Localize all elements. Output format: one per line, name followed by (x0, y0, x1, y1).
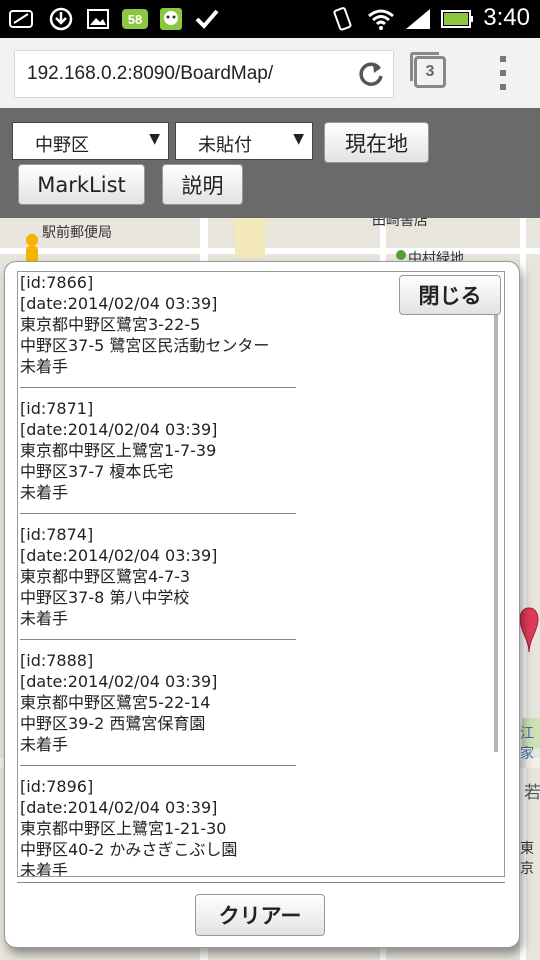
status-select[interactable]: 未貼付 ▼ (175, 122, 313, 160)
entry-address: 東京都中野区鷺宮3-22-5 (20, 315, 201, 334)
tabs-button[interactable]: 3 (410, 52, 446, 88)
battery-icon (440, 6, 474, 32)
entry-separator (20, 513, 296, 514)
browser-toolbar: 192.168.0.2:8090/BoardMap/ 3 (0, 38, 540, 109)
entry-id: [id:7866] (20, 273, 94, 292)
checkmark-icon (194, 6, 220, 32)
entry-id: [id:7896] (20, 777, 94, 796)
overflow-menu-icon[interactable] (496, 56, 510, 90)
entry-status: 未着手 (20, 483, 69, 502)
divider (17, 882, 505, 883)
screenshot-icon (8, 6, 36, 32)
wifi-icon (366, 6, 396, 32)
entry-date: [date:2014/02/04 03:39] (20, 798, 218, 817)
status-bar: 58 3:40 (0, 0, 540, 38)
entry-separator (20, 639, 296, 640)
map-marker-icon[interactable] (518, 606, 540, 658)
entry-separator (20, 387, 296, 388)
park-icon (396, 250, 406, 260)
entry-id: [id:7888] (20, 651, 94, 670)
map-label-edge: 江家 (520, 726, 534, 762)
clock: 3:40 (483, 4, 530, 31)
entry-board: 中野区37-7 榎本氏宅 (20, 462, 174, 481)
entry-id: [id:7871] (20, 399, 94, 418)
list-item: [id:7874] [date:2014/02/04 03:39] 東京都中野区鷺宮… (20, 524, 296, 640)
entry-status: 未着手 (20, 609, 69, 628)
entry-date: [date:2014/02/04 03:39] (20, 294, 218, 313)
entry-board: 中野区39-2 西鷺宮保育園 (20, 714, 206, 733)
clear-button[interactable]: クリアー (195, 894, 325, 936)
entry-status: 未着手 (20, 861, 69, 877)
download-icon (48, 6, 74, 32)
map-label-edge: 東京 (520, 841, 534, 877)
dropdown-arrow-icon: ▼ (149, 131, 160, 147)
entry-board: 中野区40-2 かみさぎこぶし園 (20, 840, 238, 859)
mark-entries: [id:7866] [date:2014/02/04 03:39] 東京都中野区鷺宮… (20, 272, 296, 877)
tab-count: 3 (425, 63, 435, 80)
notification-count-badge: 58 (122, 9, 148, 29)
ward-select[interactable]: 中野区 ▼ (12, 122, 169, 160)
entry-separator (20, 765, 296, 766)
entry-status: 未着手 (20, 357, 69, 376)
list-item: [id:7871] [date:2014/02/04 03:39] 東京都中野区上鷺… (20, 398, 296, 514)
entry-address: 東京都中野区鷺宮4-7-3 (20, 567, 191, 586)
current-location-button[interactable]: 現在地 (324, 122, 429, 163)
map-label-post-office: 駅前郵便局 (42, 225, 112, 241)
entry-address: 東京都中野区上鷺宮1-21-30 (20, 819, 227, 838)
signal-icon (404, 6, 432, 32)
marklist-button[interactable]: MarkList (18, 164, 145, 205)
reload-icon[interactable] (357, 57, 385, 96)
explanation-button[interactable]: 説明 (162, 164, 243, 205)
gallery-icon (86, 6, 110, 32)
marklist-textarea[interactable]: [id:7866] [date:2014/02/04 03:39] 東京都中野区鷺宮… (17, 271, 505, 877)
entry-status: 未着手 (20, 735, 69, 754)
entry-address: 東京都中野区上鷺宮1-7-39 (20, 441, 217, 460)
url-text[interactable]: 192.168.0.2:8090/BoardMap/ (27, 63, 273, 85)
app-toolbar: 中野区 ▼ 未貼付 ▼ 現在地 MarkList 説明 (0, 108, 540, 218)
ward-select-value: 中野区 (35, 135, 89, 156)
entry-address: 東京都中野区鷺宮5-22-14 (20, 693, 211, 712)
dropdown-arrow-icon: ▼ (293, 131, 304, 147)
entry-date: [date:2014/02/04 03:39] (20, 420, 218, 439)
app-update-icon: 58 (122, 6, 148, 32)
close-button[interactable]: 閉じる (399, 275, 501, 315)
url-field[interactable]: 192.168.0.2:8090/BoardMap/ (14, 50, 394, 98)
status-select-value: 未貼付 (198, 135, 252, 156)
marklist-dialog: [id:7866] [date:2014/02/04 03:39] 東京都中野区鷺宮… (4, 261, 520, 948)
list-item: [id:7896] [date:2014/02/04 03:39] 東京都中野区上鷺… (20, 776, 296, 877)
map-label-edge: 若 (524, 783, 540, 803)
list-item: [id:7866] [date:2014/02/04 03:39] 東京都中野区鷺宮… (20, 272, 296, 388)
ghost-app-icon (158, 6, 184, 32)
vibrate-icon (330, 6, 354, 32)
scrollbar-thumb[interactable] (494, 312, 498, 752)
map-label-bookstore: 田崎書店 (372, 218, 428, 229)
entry-id: [id:7874] (20, 525, 94, 544)
entry-board: 中野区37-8 第八中学校 (20, 588, 190, 607)
map-block (235, 218, 265, 258)
entry-date: [date:2014/02/04 03:39] (20, 672, 218, 691)
entry-date: [date:2014/02/04 03:39] (20, 546, 218, 565)
entry-board: 中野区37-5 鷺宮区民活動センター (20, 336, 270, 355)
list-item: [id:7888] [date:2014/02/04 03:39] 東京都中野区鷺宮… (20, 650, 296, 766)
